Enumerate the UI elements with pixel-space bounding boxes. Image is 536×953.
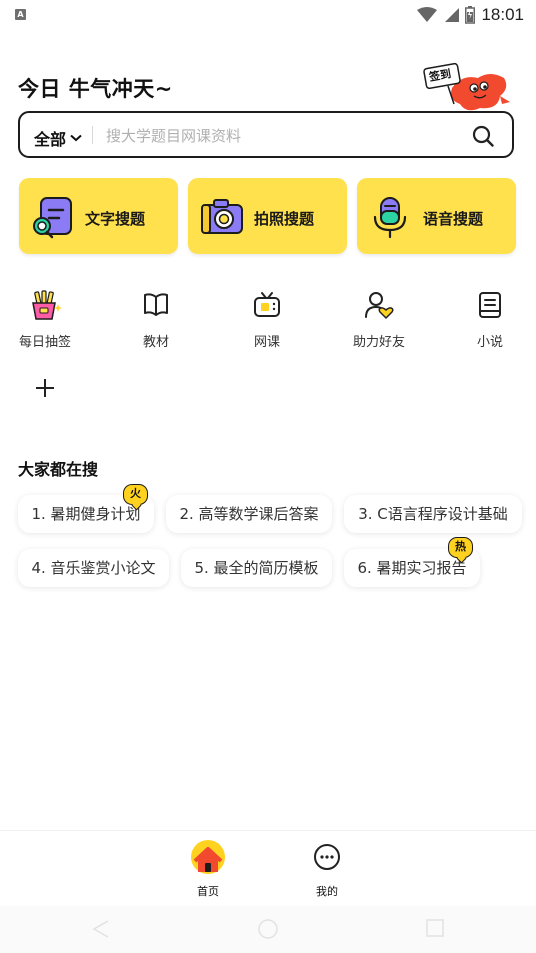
hot-badge: 热 bbox=[448, 537, 473, 558]
status-bar: A 18:01 bbox=[0, 0, 536, 30]
friend-heart-icon bbox=[365, 292, 394, 319]
photo-search-button[interactable]: 拍照搜题 bbox=[188, 178, 347, 254]
chevron-down-icon bbox=[70, 134, 82, 142]
quick-link-label: 每日抽签 bbox=[18, 335, 71, 350]
tab-home[interactable]: 首页 bbox=[178, 839, 238, 899]
home-icon bbox=[191, 840, 225, 874]
quick-link-label: 教材 bbox=[142, 335, 169, 350]
novel-icon bbox=[479, 292, 501, 318]
voice-search-button[interactable]: 语音搜题 bbox=[357, 178, 516, 254]
trending-item[interactable]: 2. 高等数学课后答案 bbox=[166, 495, 332, 533]
trending-item[interactable]: 3. C语言程序设计基础 bbox=[344, 495, 522, 533]
search-input[interactable] bbox=[104, 122, 468, 150]
microphone-icon bbox=[373, 197, 407, 239]
trending-item-text: 3. C语言程序设计基础 bbox=[358, 505, 508, 523]
search-divider bbox=[92, 126, 93, 144]
trending-item-text: 2. 高等数学课后答案 bbox=[179, 505, 319, 523]
system-navigation-bar bbox=[0, 906, 536, 953]
text-search-button[interactable]: 文字搜题 bbox=[19, 178, 178, 254]
quick-link-online-course[interactable]: 网课 bbox=[227, 290, 307, 350]
trending-item[interactable]: 5. 最全的简历模板 bbox=[181, 549, 332, 587]
wifi-icon bbox=[417, 7, 438, 22]
book-icon bbox=[144, 293, 168, 316]
back-icon[interactable] bbox=[90, 918, 112, 940]
quick-link-novel[interactable]: 小说 bbox=[450, 290, 530, 350]
quick-link-label: 助力好友 bbox=[352, 335, 405, 350]
fortune-sticks-icon bbox=[32, 290, 62, 320]
quick-link-help-friends[interactable]: 助力好友 bbox=[339, 290, 419, 350]
battery-icon bbox=[465, 6, 476, 24]
search-scope-dropdown[interactable]: 全部 bbox=[34, 126, 82, 150]
search-bar: 全部 bbox=[18, 111, 514, 158]
search-icon[interactable] bbox=[472, 125, 494, 147]
quick-link-daily-draw[interactable]: 每日抽签 bbox=[5, 290, 85, 350]
add-shortcut-plus-icon[interactable] bbox=[34, 377, 56, 399]
clock: 18:01 bbox=[481, 5, 524, 24]
trending-title: 大家都在搜 bbox=[18, 460, 99, 479]
text-search-label: 文字搜题 bbox=[85, 210, 146, 228]
photo-search-label: 拍照搜题 bbox=[254, 210, 315, 228]
trending-item[interactable]: 4. 音乐鉴赏小论文 bbox=[18, 549, 169, 587]
tab-profile[interactable]: 我的 bbox=[297, 839, 357, 899]
tv-icon bbox=[254, 292, 280, 317]
bottom-tab-bar: 首页 我的 bbox=[0, 830, 536, 907]
search-scope-label: 全部 bbox=[34, 130, 67, 149]
cell-signal-icon bbox=[445, 8, 460, 22]
recents-icon[interactable] bbox=[425, 918, 445, 938]
tab-home-label: 首页 bbox=[197, 885, 219, 898]
camera-icon bbox=[201, 199, 243, 234]
tab-profile-label: 我的 bbox=[316, 885, 338, 898]
trending-item-text: 1. 暑期健身计划 bbox=[31, 505, 141, 523]
quick-link-textbook[interactable]: 教材 bbox=[116, 290, 196, 350]
fire-badge: 火 bbox=[123, 484, 148, 505]
home-circle-icon[interactable] bbox=[257, 918, 279, 940]
trending-item-text: 4. 音乐鉴赏小论文 bbox=[31, 559, 156, 577]
notification-a-icon: A bbox=[15, 9, 26, 20]
quick-link-label: 小说 bbox=[476, 335, 503, 350]
greeting-title: 今日 牛气冲天~ bbox=[18, 77, 173, 101]
quick-link-label: 网课 bbox=[253, 335, 280, 350]
sign-in-mascot[interactable]: 签到 bbox=[422, 58, 518, 114]
text-search-icon bbox=[33, 197, 72, 239]
trending-item-text: 6. 暑期实习报告 bbox=[357, 559, 467, 577]
voice-search-label: 语音搜题 bbox=[423, 210, 484, 228]
profile-icon bbox=[314, 844, 340, 870]
trending-item-text: 5. 最全的简历模板 bbox=[194, 559, 319, 577]
